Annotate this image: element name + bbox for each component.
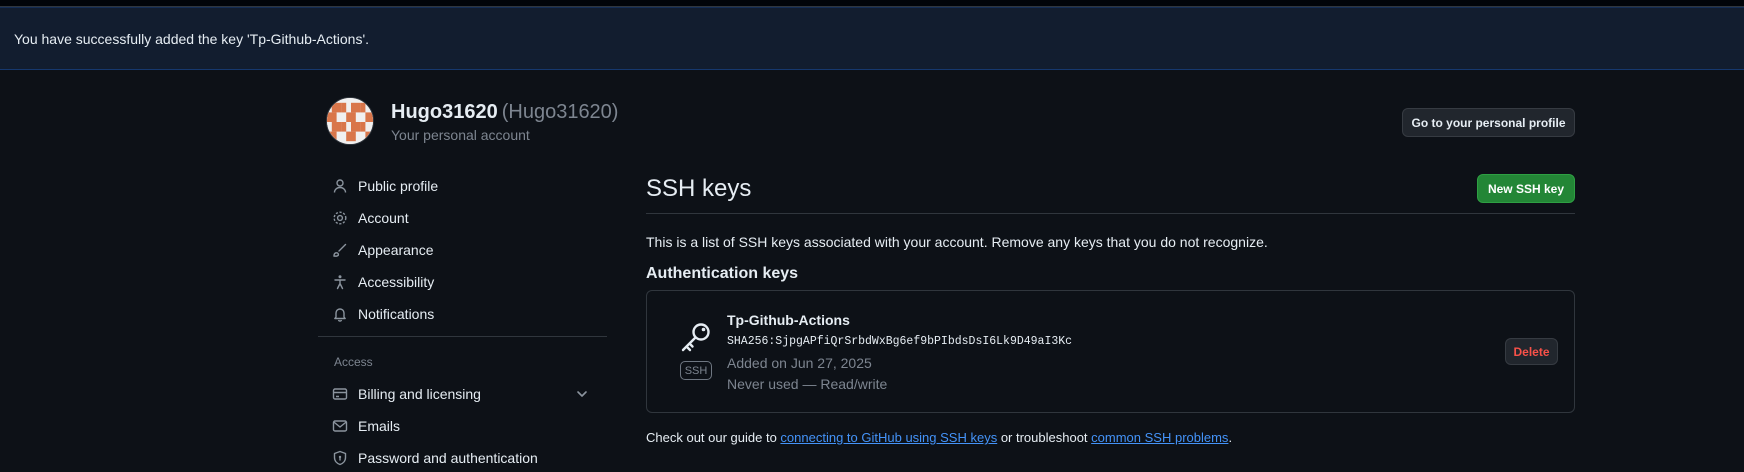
- sidebar-item-emails[interactable]: Emails: [332, 414, 400, 438]
- sidebar-divider: [318, 336, 607, 337]
- new-ssh-key-button[interactable]: New SSH key: [1477, 174, 1575, 203]
- page-description: This is a list of SSH keys associated wi…: [646, 234, 1268, 250]
- help-footnote: Check out our guide to connecting to Git…: [646, 430, 1232, 445]
- sidebar-item-public-profile[interactable]: Public profile: [332, 174, 438, 198]
- sidebar-item-appearance[interactable]: Appearance: [332, 238, 434, 262]
- ssh-badge: SSH: [680, 361, 712, 380]
- key-usage: Never used — Read/write: [727, 376, 888, 392]
- bell-icon: [334, 308, 346, 322]
- sidebar-item-label: Password and authentication: [358, 450, 538, 466]
- title-divider: [646, 213, 1575, 214]
- top-bar: [0, 0, 1744, 7]
- accessibility-icon: [334, 275, 346, 290]
- authentication-keys-heading: Authentication keys: [646, 265, 799, 282]
- sidebar-item-billing[interactable]: Billing and licensing: [332, 382, 481, 406]
- sidebar-item-label: Notifications: [358, 306, 435, 322]
- sidebar-item-label: Accessibility: [358, 274, 435, 290]
- identicon-image: [327, 98, 373, 144]
- paintbrush-icon: [333, 243, 347, 257]
- sidebar-item-accessibility[interactable]: Accessibility: [332, 270, 434, 294]
- sidebar-item-label: Billing and licensing: [358, 386, 481, 402]
- key-added-date: Added on Jun 27, 2025: [727, 355, 872, 371]
- username[interactable]: Hugo31620: [391, 101, 498, 123]
- success-flash-banner: You have successfully added the key 'Tp-…: [0, 7, 1744, 70]
- sidebar-item-label: Account: [358, 210, 409, 226]
- key-title: Tp-Github-Actions: [727, 312, 850, 328]
- sidebar-heading-access: Access: [334, 355, 373, 369]
- avatar[interactable]: [326, 97, 374, 145]
- key-fingerprint: SHA256:SjpgAPfiQrSrbdWxBg6ef9bPIbdsDsI6L…: [727, 335, 1073, 348]
- shield-lock-icon: [333, 450, 347, 466]
- account-title: Hugo31620 (Hugo31620): [391, 101, 618, 124]
- sidebar-item-account[interactable]: Account: [332, 206, 409, 230]
- chevron-down-icon[interactable]: [576, 388, 588, 400]
- sidebar-item-label: Appearance: [358, 242, 434, 258]
- sidebar-item-label: Public profile: [358, 178, 439, 194]
- ssh-guide-link[interactable]: connecting to GitHub using SSH keys: [780, 430, 997, 445]
- gear-icon: [333, 211, 347, 225]
- flash-message: You have successfully added the key 'Tp-…: [14, 30, 370, 47]
- account-subtitle: Your personal account: [391, 127, 530, 143]
- credit-card-icon: [332, 388, 348, 400]
- sidebar-item-notifications[interactable]: Notifications: [332, 302, 434, 326]
- user-handle: (Hugo31620): [501, 101, 619, 123]
- sidebar-item-password[interactable]: Password and authentication: [332, 446, 538, 470]
- delete-key-button[interactable]: Delete: [1505, 338, 1558, 365]
- footnote-suffix: .: [1228, 430, 1233, 445]
- ssh-key-list-item: [646, 290, 1575, 413]
- page-title: SSH keys: [646, 175, 752, 202]
- key-icon: [681, 323, 710, 352]
- footnote-middle: or troubleshoot: [997, 430, 1092, 445]
- go-to-profile-button[interactable]: Go to your personal profile: [1402, 108, 1575, 137]
- ssh-problems-link[interactable]: common SSH problems: [1091, 430, 1228, 445]
- sidebar-item-label: Emails: [358, 418, 401, 434]
- person-icon: [333, 179, 347, 193]
- footnote-prefix: Check out our guide to: [646, 430, 781, 445]
- mail-icon: [332, 420, 348, 432]
